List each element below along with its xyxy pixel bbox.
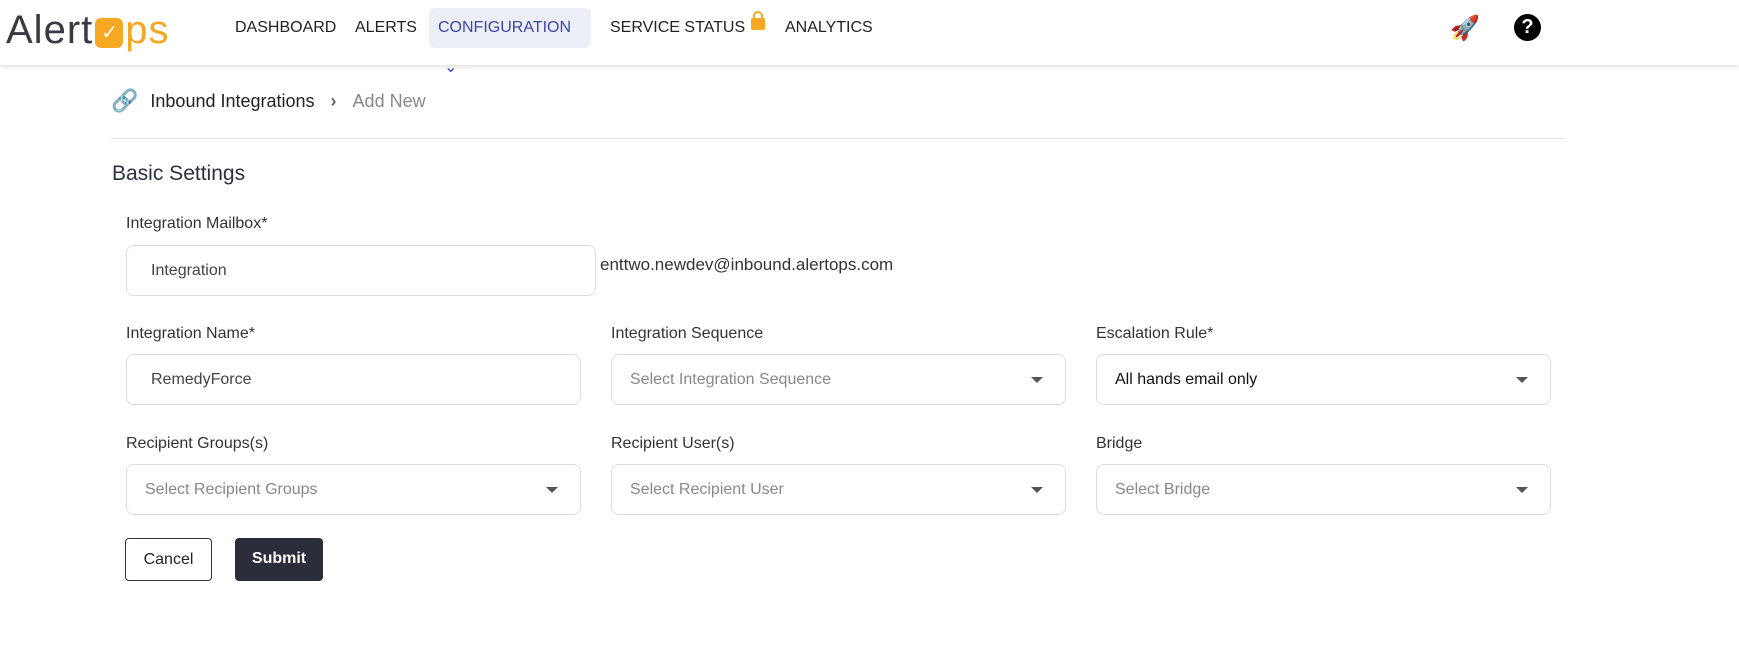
nav-service-status[interactable]: SERVICE STATUS	[601, 8, 774, 48]
groups-select[interactable]: Select Recipient Groups	[126, 464, 581, 515]
breadcrumb-parent[interactable]: Inbound Integrations	[150, 91, 314, 112]
users-label: Recipient User(s)	[611, 435, 735, 452]
nav-configuration-label: CONFIGURATION	[438, 19, 572, 36]
bridge-select[interactable]: Select Bridge	[1096, 464, 1551, 515]
groups-placeholder: Select Recipient Groups	[145, 481, 318, 498]
chevron-down-icon: ⌄	[444, 59, 458, 76]
escalation-value: All hands email only	[1115, 371, 1258, 388]
users-placeholder: Select Recipient User	[630, 481, 784, 498]
clock-check-icon	[95, 17, 124, 48]
groups-label: Recipient Groups(s)	[126, 435, 269, 452]
cancel-button[interactable]: Cancel	[125, 538, 212, 581]
breadcrumb: 🔗 Inbound Integrations › Add New	[111, 88, 426, 114]
top-nav: Alertps DASHBOARD ALERTS CONFIGURATION ⌄…	[0, 0, 1739, 76]
nav-dashboard[interactable]: DASHBOARD	[226, 8, 345, 48]
bridge-label: Bridge	[1096, 435, 1143, 452]
nav-analytics[interactable]: ANALYTICS	[776, 8, 882, 48]
escalation-label: Escalation Rule*	[1096, 325, 1214, 342]
submit-button[interactable]: Submit	[235, 538, 323, 581]
rocket-icon[interactable]: 🚀	[1450, 14, 1480, 43]
help-icon[interactable]: ?	[1514, 14, 1541, 41]
nav-alerts[interactable]: ALERTS	[346, 8, 426, 48]
name-label: Integration Name*	[126, 325, 255, 342]
sequence-select[interactable]: Select Integration Sequence	[611, 354, 1066, 405]
caret-down-icon	[1516, 377, 1528, 383]
section-title: Basic Settings	[112, 162, 246, 185]
caret-down-icon	[1031, 487, 1043, 493]
users-select[interactable]: Select Recipient User	[611, 464, 1066, 515]
link-icon: 🔗	[111, 88, 139, 113]
bridge-placeholder: Select Bridge	[1115, 481, 1211, 498]
mailbox-domain: enttwo.newdev@inbound.alertops.com	[600, 255, 894, 274]
caret-down-icon	[546, 487, 558, 493]
lock-icon	[751, 11, 766, 30]
name-input[interactable]: RemedyForce	[126, 354, 581, 405]
chevron-right-icon: ›	[330, 90, 337, 111]
escalation-select[interactable]: All hands email only	[1096, 354, 1551, 405]
sequence-placeholder: Select Integration Sequence	[630, 371, 832, 388]
mailbox-label: Integration Mailbox*	[126, 215, 268, 232]
breadcrumb-current: Add New	[352, 90, 426, 111]
alertops-logo[interactable]: Alertps	[6, 8, 170, 53]
sequence-label: Integration Sequence	[611, 325, 764, 342]
nav-configuration[interactable]: CONFIGURATION ⌄	[429, 8, 591, 76]
divider	[111, 138, 1566, 139]
mailbox-input[interactable]: Integration	[126, 245, 596, 296]
nav-service-status-label: SERVICE STATUS	[610, 19, 746, 36]
caret-down-icon	[1516, 487, 1528, 493]
caret-down-icon	[1031, 377, 1043, 383]
